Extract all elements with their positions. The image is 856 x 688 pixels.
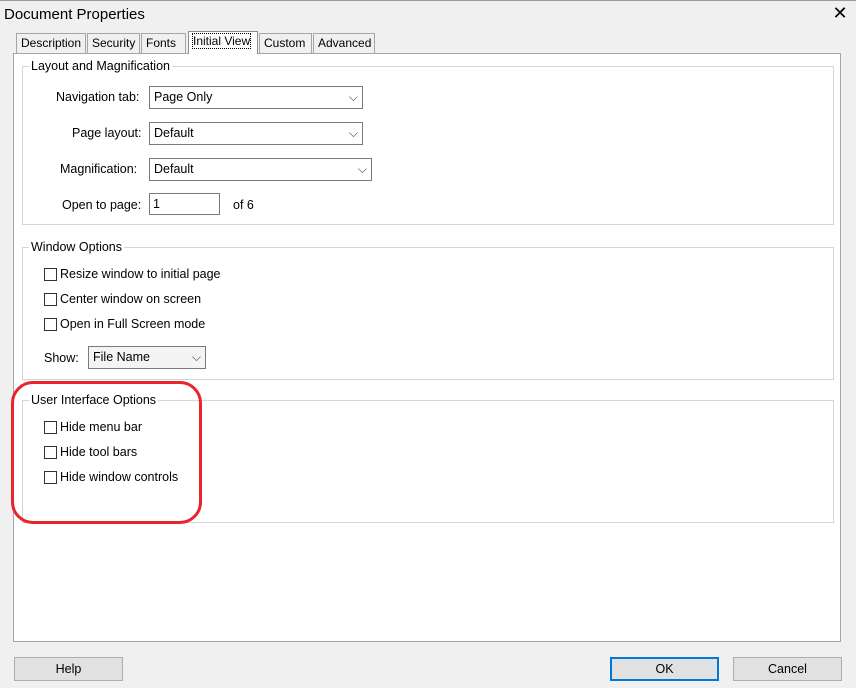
- resize-window-checkbox[interactable]: [44, 268, 57, 281]
- navigation-tab-label: Navigation tab:: [56, 90, 140, 104]
- group-title: Layout and Magnification: [29, 59, 172, 73]
- chevron-down-icon: ⌵: [348, 126, 358, 140]
- tab-fonts[interactable]: Fonts: [141, 33, 186, 53]
- tab-label: Custom: [264, 36, 306, 50]
- window-top-edge: [0, 0, 856, 1]
- navigation-tab-dropdown[interactable]: Page Only ⌵: [149, 86, 363, 109]
- help-button[interactable]: Help: [14, 657, 123, 681]
- show-label: Show:: [44, 351, 79, 365]
- chevron-down-icon: ⌵: [348, 90, 358, 104]
- group-title: Window Options: [29, 240, 125, 254]
- center-window-label: Center window on screen: [60, 292, 202, 306]
- annotation-highlight: [11, 381, 202, 524]
- layout-magnification-group: [22, 66, 834, 225]
- full-screen-checkbox[interactable]: [44, 318, 57, 331]
- chevron-down-icon: ⌵: [357, 162, 367, 176]
- chevron-down-icon: ⌵: [191, 350, 201, 364]
- tab-label: Advanced: [318, 36, 372, 50]
- dropdown-value: File Name: [93, 350, 150, 364]
- dropdown-value: Page Only: [154, 90, 213, 104]
- page-layout-dropdown[interactable]: Default ⌵: [149, 122, 363, 145]
- show-dropdown[interactable]: File Name ⌵: [88, 346, 206, 369]
- window-title: Document Properties: [4, 6, 145, 23]
- tab-custom[interactable]: Custom: [259, 33, 312, 53]
- tab-advanced[interactable]: Advanced: [313, 33, 375, 53]
- close-icon[interactable]: ✕: [830, 2, 850, 24]
- page-count-label: of 6: [233, 198, 254, 212]
- center-window-checkbox[interactable]: [44, 293, 57, 306]
- tab-label: Security: [92, 36, 136, 50]
- tab-security[interactable]: Security: [87, 33, 140, 53]
- tab-label: Initial View: [191, 33, 252, 49]
- full-screen-label: Open in Full Screen mode: [60, 317, 206, 331]
- ok-button[interactable]: OK: [610, 657, 719, 681]
- open-to-page-label: Open to page:: [62, 198, 142, 212]
- dropdown-value: Default: [154, 162, 194, 176]
- page-layout-label: Page layout:: [72, 126, 142, 140]
- tab-description[interactable]: Description: [16, 33, 86, 53]
- resize-window-label: Resize window to initial page: [60, 267, 221, 281]
- magnification-label: Magnification:: [60, 162, 138, 176]
- open-to-page-input[interactable]: 1: [149, 193, 220, 215]
- tab-label: Description: [21, 36, 82, 50]
- tab-label: Fonts: [146, 36, 177, 50]
- tab-initial-view[interactable]: Initial View: [188, 31, 258, 54]
- magnification-dropdown[interactable]: Default ⌵: [149, 158, 372, 181]
- dropdown-value: Default: [154, 126, 194, 140]
- cancel-button[interactable]: Cancel: [733, 657, 842, 681]
